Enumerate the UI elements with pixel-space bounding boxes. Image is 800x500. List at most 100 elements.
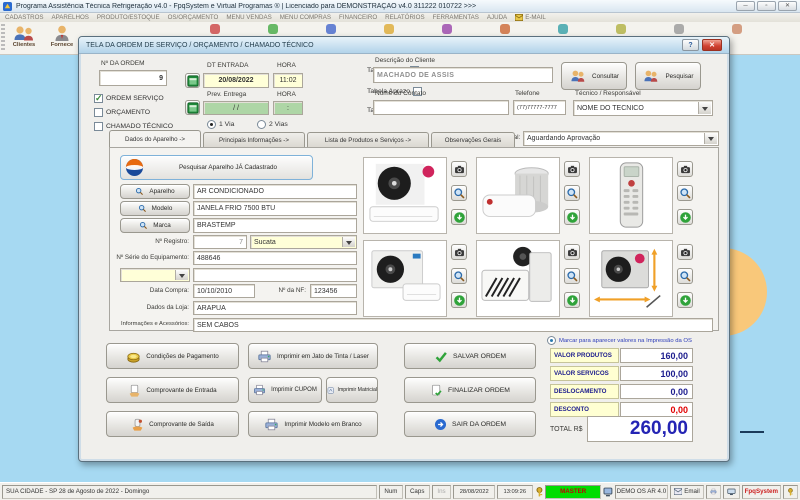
pesquisar-aparelho-button[interactable]: Pesquisar Aparelho JÁ Cadastrado	[120, 155, 313, 180]
aparelho-input[interactable]: AR CONDICIONADO	[193, 184, 357, 199]
tab-principais-informacoes[interactable]: Principais Informações ->	[203, 132, 305, 147]
status-monitor-button[interactable]	[723, 485, 740, 499]
photo-zoom-button[interactable]	[451, 185, 467, 201]
menu-cadastros[interactable]: CADASTROS	[5, 14, 44, 21]
menu-aparelhos[interactable]: APARELHOS	[52, 14, 89, 21]
status-email-button[interactable]: Email	[670, 485, 704, 499]
photo-add-button[interactable]	[677, 209, 693, 225]
order-window-titlebar[interactable]: TELA DA ORDEM DE SERVIÇO / ORÇAMENTO / C…	[79, 37, 729, 54]
modelo-button[interactable]: Modelo	[120, 201, 190, 216]
pesquisar-button[interactable]: Pesquisar	[635, 62, 701, 90]
cliente-input[interactable]: MACHADO DE ASSIS	[373, 67, 553, 83]
hora-input[interactable]: 11:02	[273, 73, 303, 88]
menu-financeiro[interactable]: FINANCEIRO	[339, 14, 377, 21]
tecnico-select[interactable]: NOME DO TECNICO	[573, 100, 713, 116]
appliance-photo-4[interactable]	[363, 240, 447, 317]
toolbar-grip[interactable]	[1, 24, 5, 52]
imprimir-modelo-branco-button[interactable]: Imprimir Modelo em Branco	[248, 411, 378, 437]
comprovante-saida-button[interactable]: Comprovante de Saída	[106, 411, 239, 437]
menu-vendas[interactable]: MENU VENDAS	[226, 14, 271, 21]
tab-observacoes-gerais[interactable]: Observações Gerais	[431, 132, 515, 147]
telefone-input[interactable]: (77)77777-7777	[513, 100, 566, 115]
toolbar-icon-partial	[616, 24, 626, 34]
photo-add-button[interactable]	[564, 209, 580, 225]
radio-2-vias[interactable]: 2 Vias	[257, 120, 288, 129]
appliance-photo-6[interactable]	[589, 240, 673, 317]
menu-produto-estoque[interactable]: PRODUTO/ESTOQUE	[97, 14, 160, 21]
nf-input[interactable]: 123456	[310, 284, 357, 298]
calendar-picker-button[interactable]	[185, 73, 200, 88]
photo-zoom-button[interactable]	[677, 268, 693, 284]
imprimir-matricial-button[interactable]: Imprimir Matricial	[326, 377, 378, 403]
sair-ordem-button[interactable]: SAIR DA ORDEM	[404, 411, 536, 437]
extra-select[interactable]	[120, 268, 190, 282]
photo-add-button[interactable]	[564, 292, 580, 308]
salvar-ordem-button[interactable]: SALVAR ORDEM	[404, 343, 536, 369]
status-printer-button[interactable]	[706, 485, 721, 499]
photo-add-button[interactable]	[451, 209, 467, 225]
serie-input[interactable]: 488646	[193, 251, 357, 265]
dt-entrada-input[interactable]: 20/08/2022	[203, 73, 269, 88]
minimize-button[interactable]: ─	[736, 1, 755, 11]
photo-zoom-button[interactable]	[564, 268, 580, 284]
info-acessorios-input[interactable]: SEM CABOS	[193, 318, 713, 332]
registro-input[interactable]: 7	[193, 235, 247, 249]
menu-ajuda[interactable]: AJUDA	[487, 14, 507, 21]
finalizar-ordem-button[interactable]: FINALIZAR ORDEM	[404, 377, 536, 403]
photo-zoom-button[interactable]	[564, 185, 580, 201]
toolbar-fornecedores-button[interactable]: Fornece	[44, 25, 80, 48]
loja-input[interactable]: ARAPUA	[193, 301, 357, 315]
menu-relatorios[interactable]: RELATÓRIOS	[385, 14, 424, 21]
menu-os-orcamento[interactable]: OS/ORÇAMENTO	[168, 14, 219, 21]
window-close-button[interactable]: ✕	[702, 39, 722, 51]
photo-camera-button[interactable]	[451, 244, 467, 260]
help-button[interactable]: ?	[682, 39, 699, 51]
photo-add-button[interactable]	[677, 292, 693, 308]
imprimir-jato-button[interactable]: Imprimir em Jato de Tinta / Laser	[248, 343, 378, 369]
menu-email[interactable]: E-MAIL	[515, 14, 546, 21]
checkbox-orcamento[interactable]: ORÇAMENTO	[94, 108, 150, 117]
photo-camera-button[interactable]	[451, 161, 467, 177]
data-compra-input[interactable]: 10/10/2010	[193, 284, 255, 298]
marca-input[interactable]: BRASTEMP	[193, 218, 357, 233]
appliance-photo-3[interactable]	[589, 157, 673, 234]
photo-zoom-button[interactable]	[451, 268, 467, 284]
checkbox-ordem-servico[interactable]: ORDEM SERVIÇO	[94, 94, 164, 103]
photo-zoom-button[interactable]	[677, 185, 693, 201]
calendar-picker-button[interactable]	[185, 100, 200, 115]
status-key-button[interactable]	[783, 485, 798, 499]
status-brand: FpqSystem	[742, 485, 782, 499]
close-button[interactable]: ✕	[778, 1, 797, 11]
photo-camera-button[interactable]	[564, 244, 580, 260]
tab-dados-aparelho[interactable]: Dados do Aparelho ->	[109, 130, 201, 147]
prev-hora-input[interactable]: :	[273, 101, 303, 115]
marcar-impressao-radio[interactable]: Marcar para aparecer valores na Impressã…	[547, 336, 692, 345]
toolbar-clientes-button[interactable]: Clientes	[6, 25, 42, 48]
modelo-input[interactable]: JANELA FRIO 7500 BTU	[193, 201, 357, 216]
situacao-select[interactable]: Aguardando Aprovação	[523, 131, 719, 146]
appliance-photo-1[interactable]	[363, 157, 447, 234]
appliance-photo-2[interactable]	[476, 157, 560, 234]
ordem-numero-input[interactable]: 9	[99, 70, 167, 86]
photo-camera-button[interactable]	[564, 161, 580, 177]
photo-camera-button[interactable]	[677, 244, 693, 260]
toolbar-icon-partial	[268, 24, 278, 34]
tab-lista-produtos-servicos[interactable]: Lista de Produtos e Serviços ->	[307, 132, 429, 147]
imprimir-cupom-button[interactable]: Imprimir CUPOM	[248, 377, 322, 403]
consultar-button[interactable]: Consultar	[561, 62, 627, 90]
menu-compras[interactable]: MENU COMPRAS	[280, 14, 331, 21]
extra-input[interactable]	[193, 268, 357, 282]
condicoes-pagamento-button[interactable]: Condições de Pagamento	[106, 343, 239, 369]
photo-camera-button[interactable]	[677, 161, 693, 177]
aparelho-button[interactable]: Aparelho	[120, 184, 190, 199]
marca-button[interactable]: Marca	[120, 218, 190, 233]
prev-entrega-input[interactable]: / /	[203, 101, 269, 115]
comprovante-entrada-button[interactable]: Comprovante de Entrada	[106, 377, 239, 403]
contato-input[interactable]	[373, 100, 509, 115]
photo-add-button[interactable]	[451, 292, 467, 308]
appliance-photo-5[interactable]	[476, 240, 560, 317]
condicao-select[interactable]: Sucata	[250, 235, 357, 249]
menu-ferramentas[interactable]: FERRAMENTAS	[433, 14, 479, 21]
radio-1-via[interactable]: 1 Via	[207, 120, 234, 129]
maximize-button[interactable]: ▫	[757, 1, 776, 11]
